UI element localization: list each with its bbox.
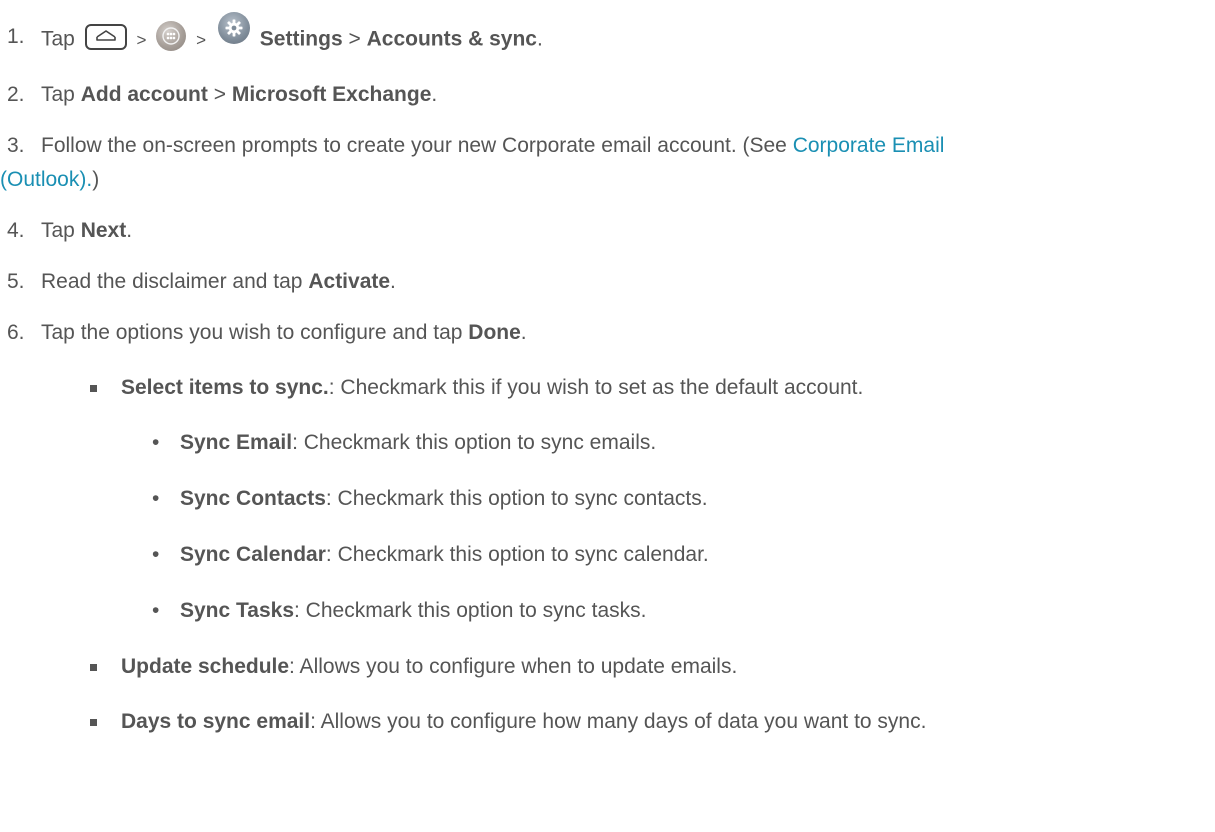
sync-item: • Sync Email: Checkmark this option to s… xyxy=(152,431,657,454)
microsoft-exchange-label: Microsoft Exchange xyxy=(231,83,432,106)
option-title: Select items to sync. xyxy=(121,376,329,399)
step-number: 1. xyxy=(7,25,25,48)
square-bullet xyxy=(90,385,97,392)
sync-item: • Sync Tasks: Checkmark this option to s… xyxy=(152,599,647,622)
dot-bullet: • xyxy=(152,487,160,510)
step-3: 3. Follow the on-screen prompts to creat… xyxy=(0,134,945,191)
sync-item: • Sync Contacts: Checkmark this option t… xyxy=(152,487,708,510)
step-number: 6. xyxy=(7,321,25,344)
step-number: 3. xyxy=(7,134,25,157)
apps-icon xyxy=(156,21,187,51)
step-4: 4. Tap Next. xyxy=(7,219,133,242)
option-title: Days to sync email xyxy=(121,710,311,733)
option-title: Update schedule xyxy=(121,655,290,678)
dot-bullet: • xyxy=(152,431,160,454)
option-select-items: Select items to sync.: Checkmark this if… xyxy=(0,375,1215,401)
step-6: 6. Tap the options you wish to configure… xyxy=(7,321,527,344)
settings-icon xyxy=(217,12,250,44)
corporate-email-link[interactable]: Corporate Email xyxy=(793,134,945,157)
option-days-to-sync: Days to sync email: Allows you to config… xyxy=(0,709,1215,735)
step-number: 2. xyxy=(7,83,25,106)
option-update-schedule: Update schedule: Allows you to configure… xyxy=(0,654,1215,680)
add-account-label: Add account xyxy=(80,83,208,106)
square-bullet xyxy=(90,664,97,671)
step-text: Tap xyxy=(41,27,75,51)
step-1: 1. Tap > > Settings > Accounts & sync. xyxy=(0,12,1215,56)
settings-label: Settings xyxy=(259,27,343,51)
option-desc: : Checkmark this if you wish to set as t… xyxy=(328,376,864,399)
separator: > xyxy=(348,27,361,51)
step-5: 5. Read the disclaimer and tap Activate. xyxy=(7,270,396,293)
square-bullet xyxy=(90,719,97,726)
option-desc: : Allows you to configure when to update… xyxy=(289,655,738,678)
step-number: 5. xyxy=(7,270,25,293)
activate-label: Activate xyxy=(308,270,391,293)
option-desc: : Allows you to configure how many days … xyxy=(310,710,927,733)
accounts-sync-label: Accounts & sync xyxy=(366,27,537,51)
outlook-link[interactable]: (Outlook). xyxy=(0,168,92,191)
separator: > xyxy=(196,30,207,50)
dot-bullet: • xyxy=(152,599,160,622)
dot-bullet: • xyxy=(152,543,160,566)
home-key-icon xyxy=(84,24,127,50)
step-number: 4. xyxy=(7,219,25,242)
step-2: 2. Tap Add account > Microsoft Exchange. xyxy=(7,83,438,106)
sync-item: • Sync Calendar: Checkmark this option t… xyxy=(152,543,709,566)
separator: > xyxy=(136,30,147,50)
done-label: Done xyxy=(468,321,521,344)
next-label: Next xyxy=(80,219,127,242)
step-text: Follow the on-screen prompts to create y… xyxy=(41,134,787,157)
